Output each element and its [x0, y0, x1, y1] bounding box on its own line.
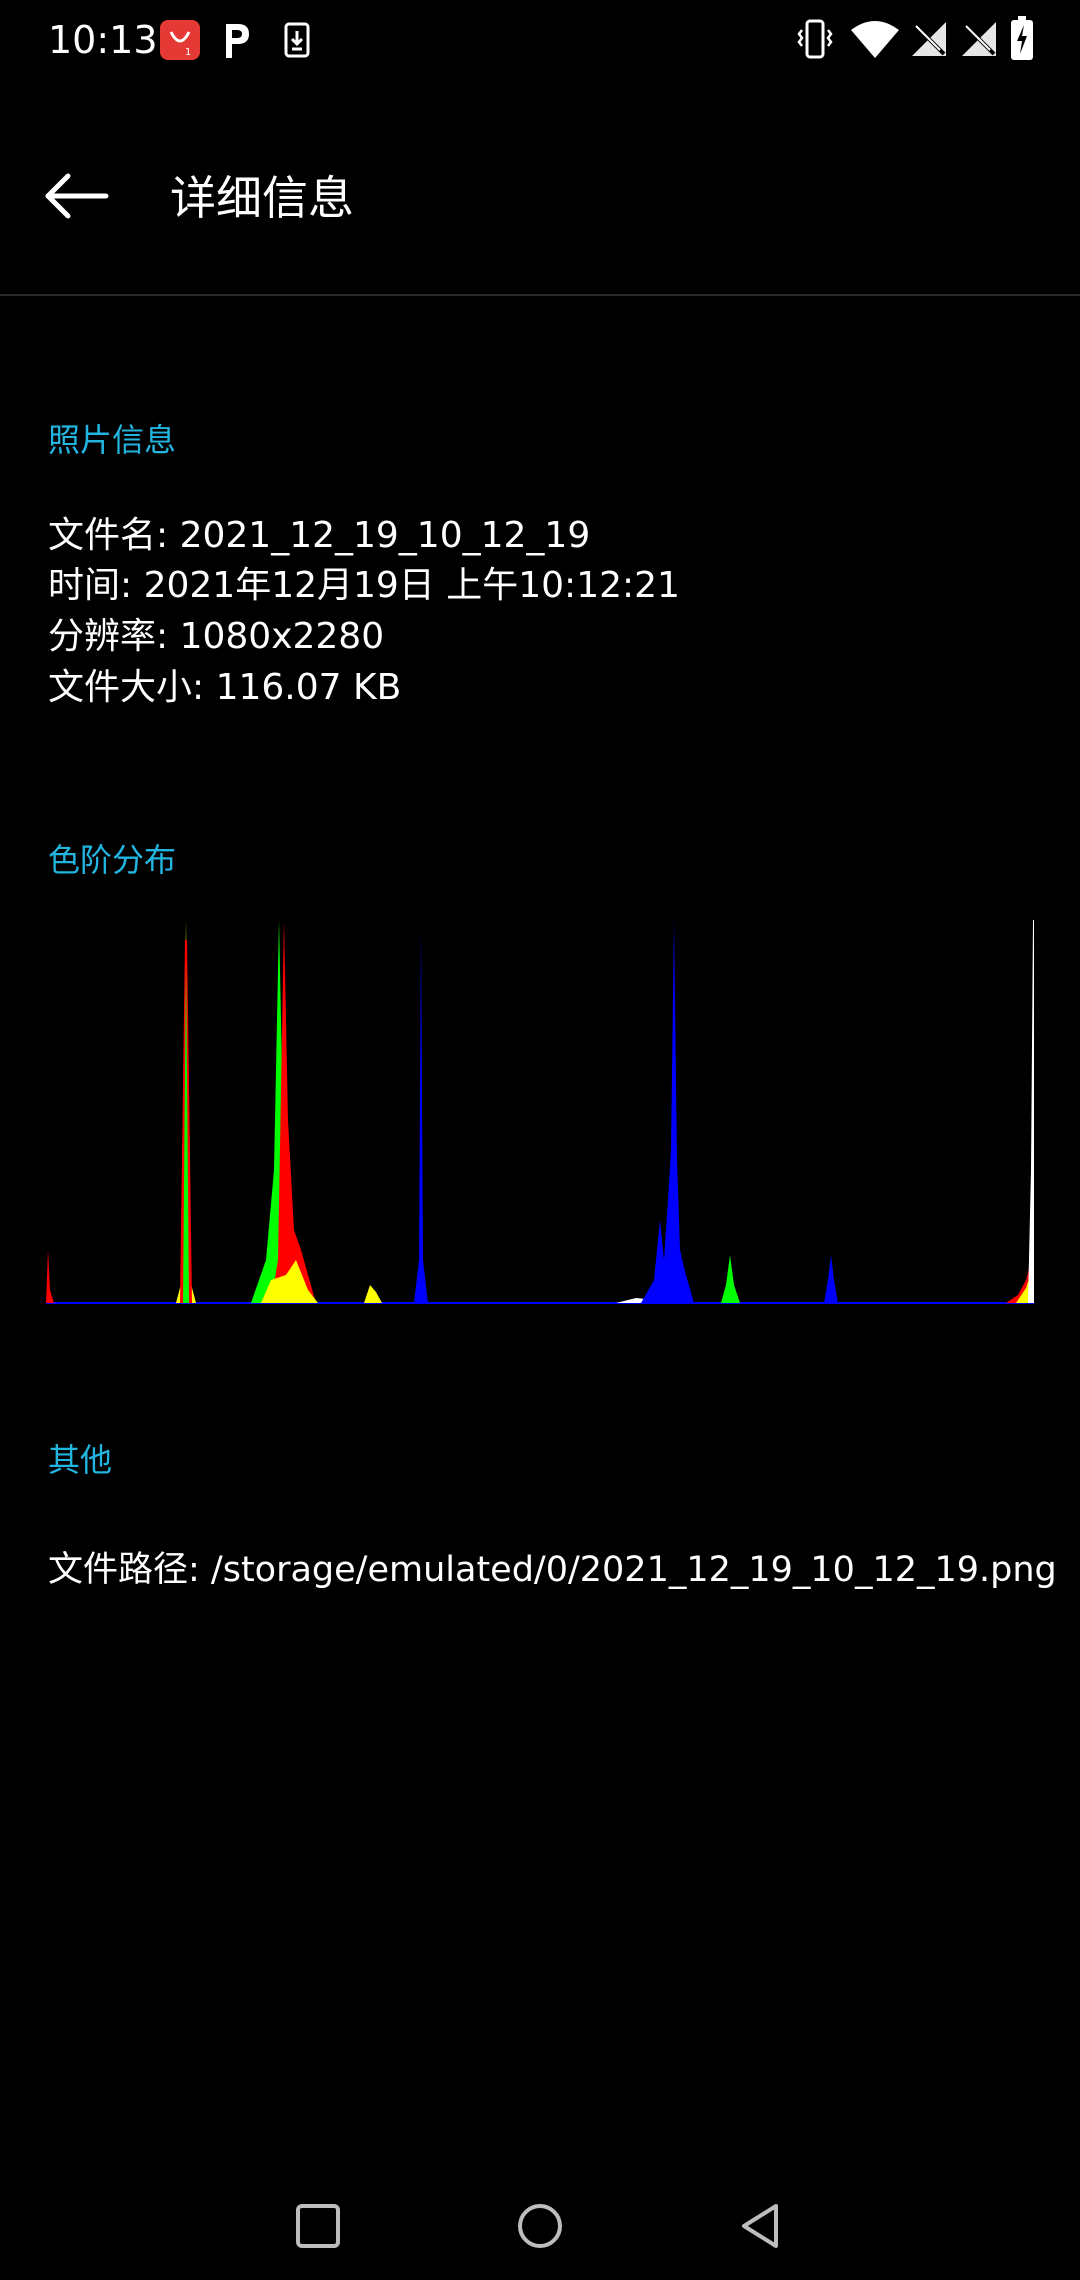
notification-shop-icon: 1 [160, 20, 200, 60]
home-button[interactable] [510, 2196, 570, 2256]
battery-charging-icon [1011, 16, 1033, 60]
histogram-peak [641, 920, 694, 1303]
home-circle-icon [518, 2204, 562, 2248]
wifi-icon [851, 21, 899, 58]
histogram-peak [414, 930, 428, 1303]
resolution-text: 分辨率: 1080x2280 [48, 616, 385, 657]
file-name-text: 文件名: 2021_12_19_10_12_19 [48, 515, 591, 556]
other-header: 其他 [48, 1441, 113, 1479]
histogram-header: 色阶分布 [48, 841, 177, 879]
system-nav-bar [0, 2160, 1080, 2280]
status-bar: 10:13 1 [0, 0, 1080, 80]
parking-app-icon [226, 24, 249, 58]
time-text: 时间: 2021年12月19日 上午10:12:21 [48, 565, 680, 606]
status-time: 10:13 [48, 18, 158, 62]
recents-square-icon [296, 2204, 340, 2248]
no-signal-icon [912, 22, 946, 56]
histogram-peak [824, 1255, 838, 1303]
histogram-peak [721, 1255, 740, 1303]
page-title: 详细信息 [170, 171, 354, 225]
file-path-text: 文件路径: /storage/emulated/0/2021_12_19_10_… [48, 1550, 1057, 1590]
histogram-peak [364, 1285, 382, 1303]
download-icon [284, 22, 310, 58]
file-size-text: 文件大小: 116.07 KB [48, 667, 402, 708]
photo-info-header: 照片信息 [48, 421, 177, 459]
recents-button[interactable] [288, 2196, 348, 2256]
no-signal-icon [962, 22, 996, 56]
nav-back-button[interactable] [732, 2196, 792, 2256]
app-bar: 详细信息 [0, 80, 1080, 296]
back-triangle-icon [742, 2204, 778, 2248]
color-histogram [46, 920, 1034, 1304]
vibrate-icon [797, 19, 833, 59]
svg-text:1: 1 [185, 47, 191, 58]
back-button[interactable] [40, 168, 120, 224]
histogram-peak [46, 1250, 54, 1303]
histogram-peak [1028, 920, 1034, 1303]
